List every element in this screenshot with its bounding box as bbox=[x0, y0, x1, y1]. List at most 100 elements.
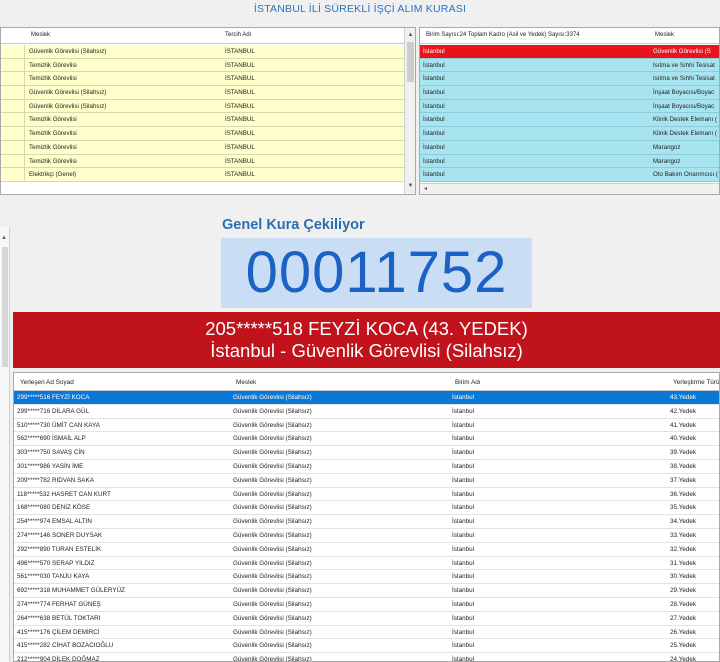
row-meslek: Güvenlik Görevlisi (Silahsız) bbox=[233, 587, 312, 595]
left-panel-scrollbar[interactable]: ▲ bbox=[0, 227, 10, 662]
column-header-unit-meslek[interactable]: Meslek bbox=[655, 32, 674, 38]
table-row[interactable]: 168*****080 DENİZ KÖSE Güvenlik Görevlisi… bbox=[14, 501, 719, 516]
row-header[interactable] bbox=[1, 127, 25, 140]
row-name: 299*****516 FEYZİ KOCA bbox=[17, 394, 90, 401]
table-row[interactable]: Temizlik Görevlisi İSTANBUL bbox=[1, 58, 405, 73]
row-meslek: Güvenlik Görevlisi (Silahsız) bbox=[29, 48, 107, 55]
table-row[interactable]: 496*****570 SERAP YILDIZ Güvenlik Görevli… bbox=[14, 556, 719, 571]
table-row[interactable]: 274*****774 FERHAT GÜNEŞ Güvenlik Görevli… bbox=[14, 597, 719, 612]
row-meslek: Güvenlik Görevlisi (Silahsız) bbox=[233, 476, 312, 484]
row-header[interactable] bbox=[1, 99, 25, 113]
table-row[interactable]: İstanbul Klinik Destek Elemanı ( bbox=[420, 127, 719, 141]
table-row[interactable]: 692*****318 MUHAMMET GÜLERYÜZ Güvenlik Gö… bbox=[14, 584, 719, 598]
row-meslek: Güvenlik Görevlisi (S bbox=[653, 48, 711, 55]
scroll-left-icon[interactable]: ◂ bbox=[424, 185, 427, 192]
table-row[interactable]: İstanbul Oto Bakım Onarımcısı ( bbox=[420, 168, 719, 182]
table-row[interactable]: Temizlik Görevlisi İSTANBUL bbox=[1, 140, 405, 155]
row-birim: İstanbul bbox=[452, 421, 475, 429]
row-birim: İstanbul bbox=[452, 531, 475, 539]
row-meslek: Güvenlik Görevlisi (Silahsız) bbox=[29, 102, 107, 110]
row-name: 561*****030 TANJU KAYA bbox=[17, 573, 90, 581]
row-header[interactable] bbox=[1, 45, 25, 58]
table-row[interactable]: 292*****890 TURAN ESTELİK Güvenlik Görevl… bbox=[14, 542, 719, 557]
column-header-tercih[interactable]: Tercih Adı bbox=[225, 32, 251, 38]
table-row[interactable]: Elektrikçi (Genel) İSTANBUL bbox=[1, 168, 405, 182]
table-row[interactable]: Güvenlik Görevlisi (Silahsız) İSTANBUL bbox=[1, 45, 405, 59]
table-row[interactable]: 415*****282 CİHAT BOZACIOĞLU Güvenlik Gör… bbox=[14, 639, 719, 654]
scroll-down-icon[interactable]: ▼ bbox=[405, 181, 415, 192]
row-tur: 38.Yedek bbox=[670, 462, 697, 470]
table-row[interactable]: 510*****730 ÜMİT CAN KAYA Güvenlik Görevl… bbox=[14, 418, 719, 433]
column-header-birim[interactable]: Birim Adı bbox=[455, 379, 481, 386]
row-tur: 36.Yedek bbox=[670, 490, 697, 498]
scroll-thumb[interactable] bbox=[2, 247, 8, 367]
table-row[interactable]: 264*****638 BETÜL TOKTARI Güvenlik Görevl… bbox=[14, 611, 719, 626]
table-row[interactable]: İstanbul Marangoz bbox=[420, 140, 719, 155]
table-row[interactable]: Güvenlik Görevlisi (Silahsız) İSTANBUL bbox=[1, 86, 405, 100]
table-row[interactable]: İstanbul Isıtma ve Sıhhi Tesisat bbox=[420, 72, 719, 87]
scroll-up-icon[interactable]: ▲ bbox=[1, 235, 7, 241]
table-row[interactable]: 118*****532 HASRET CAN KURT Güvenlik Göre… bbox=[14, 487, 719, 502]
table-row[interactable]: İstanbul Klinik Destek Elemanı ( bbox=[420, 113, 719, 128]
table-row[interactable]: 274*****146 SONER DUYSAK Güvenlik Görevli… bbox=[14, 528, 719, 543]
table-row[interactable]: 562*****690 İSMAİL ALP Güvenlik Görevlisi… bbox=[14, 432, 719, 447]
row-birim: İstanbul bbox=[452, 642, 475, 650]
row-tur: 32.Yedek bbox=[670, 545, 697, 553]
row-meslek: Güvenlik Görevlisi (Silahsız) bbox=[233, 421, 312, 429]
row-tercih: İSTANBUL bbox=[225, 171, 255, 179]
table-row[interactable]: İstanbul Isıtma ve Sıhhi Tesisat bbox=[420, 58, 719, 73]
row-header[interactable] bbox=[1, 113, 25, 127]
row-birim: İstanbul bbox=[452, 504, 475, 512]
row-meslek: Güvenlik Görevlisi (Silahsız) bbox=[233, 394, 312, 401]
scroll-up-icon[interactable]: ▲ bbox=[405, 30, 415, 41]
row-header[interactable] bbox=[1, 168, 25, 181]
row-header[interactable] bbox=[1, 72, 25, 86]
table-row[interactable]: İstanbul İnşaat Boyacısı/Boyac bbox=[420, 99, 719, 114]
column-header-meslek[interactable]: Meslek bbox=[31, 32, 50, 38]
table-row[interactable]: 301*****986 YASİN İME Güvenlik Görevlisi … bbox=[14, 459, 719, 474]
table-row[interactable]: İstanbul Marangoz bbox=[420, 154, 719, 169]
unit-grid[interactable]: Birim Sayısı:24 Toplam Kadro (Asil ve Ye… bbox=[419, 27, 720, 195]
table-row[interactable]: 254*****974 EMSAL ALTIN Güvenlik Görevlis… bbox=[14, 515, 719, 529]
table-row[interactable]: Temizlik Görevlisi İSTANBUL bbox=[1, 127, 405, 141]
column-header-tur[interactable]: Yerleştirme Türü bbox=[673, 379, 719, 386]
row-header[interactable] bbox=[1, 58, 25, 72]
row-tur: 26.Yedek bbox=[670, 628, 697, 636]
table-row[interactable]: 209*****782 RIDVAN SAKA Güvenlik Görevlis… bbox=[14, 473, 719, 488]
table-row[interactable]: Temizlik Görevlisi İSTANBUL bbox=[1, 154, 405, 169]
row-tur: 43.Yedek bbox=[670, 394, 697, 401]
row-meslek: Güvenlik Görevlisi (Silahsız) bbox=[233, 614, 312, 622]
table-row[interactable]: Temizlik Görevlisi İSTANBUL bbox=[1, 72, 405, 87]
column-header-name[interactable]: Yerleşen Ad Soyad bbox=[20, 379, 74, 386]
row-birim: İstanbul bbox=[423, 171, 445, 179]
row-name: 254*****974 EMSAL ALTIN bbox=[17, 518, 92, 526]
row-header[interactable] bbox=[1, 154, 25, 168]
table-row[interactable]: 415*****176 ÇİLEM DEMİRCİ Güvenlik Görevl… bbox=[14, 625, 719, 640]
placed-grid[interactable]: Yerleşen Ad Soyad Meslek Birim Adı Yerle… bbox=[13, 372, 720, 662]
unit-summary: Birim Sayısı:24 Toplam Kadro (Asil ve Ye… bbox=[426, 32, 580, 38]
column-header-meslek[interactable]: Meslek bbox=[236, 379, 256, 386]
row-meslek: Marangoz bbox=[653, 143, 681, 151]
row-tercih: İSTANBUL bbox=[225, 102, 255, 110]
table-row[interactable]: 212*****904 DİLEK DOĞMAZ Güvenlik Görevli… bbox=[14, 653, 719, 661]
row-birim: İstanbul bbox=[452, 394, 475, 401]
row-header[interactable] bbox=[1, 86, 25, 99]
row-tur: 25.Yedek bbox=[670, 642, 697, 650]
scroll-thumb[interactable] bbox=[407, 42, 414, 82]
preference-grid[interactable]: Meslek Tercih Adı Güvenlik Görevlisi (Si… bbox=[0, 27, 416, 195]
row-name: 209*****782 RIDVAN SAKA bbox=[17, 476, 94, 484]
table-row[interactable]: 303*****750 SAVAŞ CİN Güvenlik Görevlisi … bbox=[14, 446, 719, 460]
row-tur: 40.Yedek bbox=[670, 435, 697, 443]
table-row[interactable]: Temizlik Görevlisi İSTANBUL bbox=[1, 113, 405, 128]
unit-grid-hscrollbar[interactable]: ◂ bbox=[420, 183, 719, 194]
preference-grid-scrollbar[interactable]: ▲ ▼ bbox=[404, 28, 415, 194]
table-row[interactable]: İstanbul Güvenlik Görevlisi (S bbox=[420, 45, 719, 59]
table-row[interactable]: 299*****716 DİLARA GÜL Güvenlik Görevlisi… bbox=[14, 404, 719, 419]
row-meslek: Güvenlik Görevlisi (Silahsız) bbox=[233, 545, 312, 553]
row-header[interactable] bbox=[1, 140, 25, 154]
row-birim: İstanbul bbox=[452, 573, 475, 581]
table-row[interactable]: 561*****030 TANJU KAYA Güvenlik Görevlisi… bbox=[14, 570, 719, 585]
table-row[interactable]: İstanbul İnşaat Boyacısı/Boyac bbox=[420, 86, 719, 100]
table-row[interactable]: 299*****516 FEYZİ KOCA Güvenlik Görevlisi… bbox=[14, 391, 719, 405]
table-row[interactable]: Güvenlik Görevlisi (Silahsız) İSTANBUL bbox=[1, 99, 405, 114]
